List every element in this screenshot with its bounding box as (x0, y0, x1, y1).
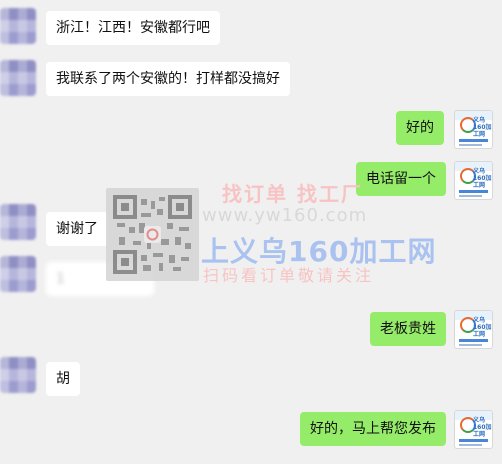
logo-bar (459, 439, 488, 442)
logo-text: 义乌160加工网 (473, 168, 492, 189)
logo-text: 义乌160加工网 (473, 317, 492, 338)
self-avatar[interactable]: 义乌160加工网 (454, 410, 493, 449)
self-avatar[interactable]: 义乌160加工网 (454, 310, 493, 349)
logo-bar (459, 344, 482, 346)
message-bubble[interactable]: 谢谢了 (46, 212, 108, 246)
message-bubble[interactable]: 电话留一个 (356, 162, 446, 196)
message-bubble[interactable]: 我联系了两个安徽的！打样都没搞好 (46, 62, 290, 96)
qr-icon (111, 193, 194, 276)
message-bubble[interactable]: 好的 (396, 111, 444, 145)
contact-avatar[interactable] (0, 204, 36, 240)
watermark-qr-code (106, 188, 199, 281)
contact-avatar[interactable] (0, 60, 36, 96)
logo-bar (459, 339, 488, 342)
logo-bar (459, 139, 488, 142)
logo-bar (459, 144, 482, 146)
self-avatar[interactable]: 义乌160加工网 (454, 110, 493, 149)
logo-text: 义乌160加工网 (473, 117, 492, 138)
message-bubble[interactable]: 老板贵姓 (370, 312, 446, 346)
message-bubble[interactable]: 浙江！江西！安徽都行吧 (46, 11, 220, 45)
self-avatar[interactable]: 义乌160加工网 (454, 161, 493, 200)
contact-avatar[interactable] (0, 357, 36, 393)
contact-avatar[interactable] (0, 256, 36, 292)
contact-avatar[interactable] (0, 8, 36, 44)
watermark-url: www.yw160.com (202, 205, 368, 226)
logo-text: 义乌160加工网 (473, 417, 492, 438)
logo-bar (459, 444, 482, 446)
logo-bar (459, 195, 482, 197)
message-bubble[interactable]: 好的，马上帮您发布 (300, 412, 446, 446)
logo-bar (459, 190, 488, 193)
message-bubble[interactable]: 胡 (46, 362, 80, 396)
watermark-text: 找订单 找工厂 (222, 182, 363, 206)
watermark-slogan: 扫码看订单敬请关注 (203, 266, 375, 285)
